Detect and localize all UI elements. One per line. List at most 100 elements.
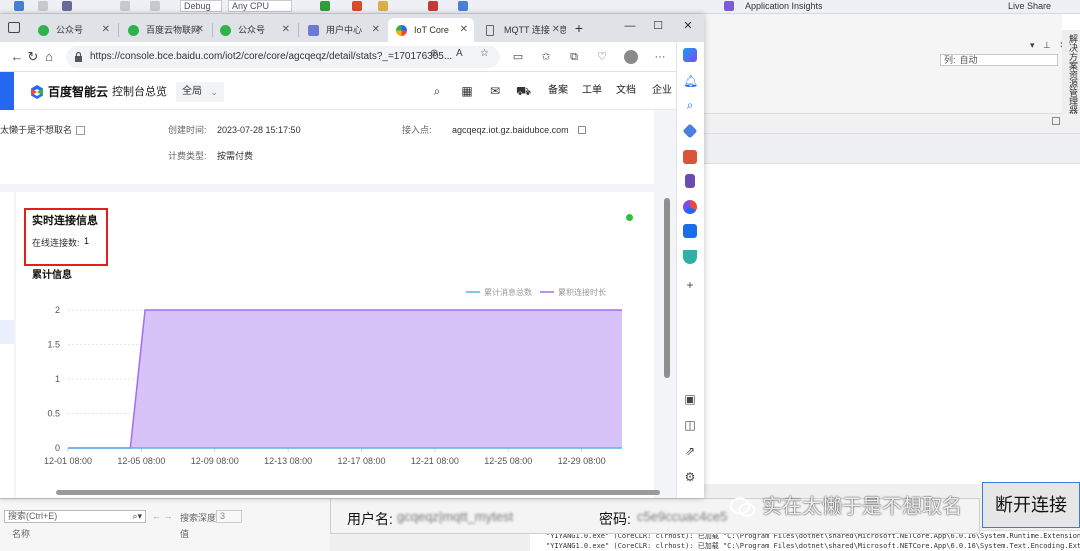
collections-icon[interactable]: ⧉ (566, 49, 582, 65)
copy-icon[interactable] (578, 126, 586, 134)
baidu-cloud-logo[interactable]: 百度智能云 (30, 84, 108, 100)
menu-strip[interactable] (0, 72, 14, 110)
save-icon[interactable] (62, 1, 72, 11)
search-depth-select[interactable]: 3 (216, 510, 242, 523)
screen-icon[interactable]: ▣ (683, 392, 697, 406)
locals-search-input[interactable]: 搜索(Ctrl+E) ⌕▾ (4, 510, 146, 523)
home-icon[interactable]: ⌂ (40, 48, 58, 66)
tab-actions-icon[interactable] (8, 22, 20, 33)
tab-wechat-2[interactable]: 公众号 ✕ (212, 18, 296, 42)
close-tab-icon[interactable]: ✕ (372, 18, 380, 42)
realtime-title: 实时连接信息 (32, 215, 98, 227)
tab-wechat-1[interactable]: 公众号 ✕ (30, 18, 116, 42)
tag-icon[interactable] (682, 123, 698, 139)
console-home-link[interactable]: 控制台总览 (112, 84, 167, 100)
tab-user-center[interactable]: 用户中心 ✕ (300, 18, 386, 42)
forward-icon[interactable] (38, 1, 48, 11)
zoom-icon[interactable]: ⊕ (430, 48, 438, 59)
favorites-icon[interactable]: ✩ (538, 49, 554, 65)
column-value: 自动 (959, 55, 978, 65)
back-icon[interactable] (14, 1, 24, 11)
office-icon[interactable] (683, 200, 697, 214)
external-link-icon[interactable]: ⇗ (683, 444, 697, 458)
add-icon[interactable]: + (683, 278, 697, 292)
region-select[interactable]: 全局 ⌄ (176, 82, 224, 102)
bell-icon[interactable]: 🔔︎ (683, 74, 698, 88)
column-combo[interactable]: 列: 自动 (940, 54, 1058, 66)
search-icon[interactable]: ⌕ (683, 98, 697, 112)
redo-icon[interactable] (150, 1, 160, 11)
header-link-docs[interactable]: 文档 (616, 84, 636, 98)
header-link-ticket[interactable]: 工单 (582, 84, 602, 98)
search-depth-label: 搜索深度: (180, 513, 219, 523)
nav-arrows-icon[interactable]: ← → (152, 511, 173, 521)
live-share-button[interactable]: Live Share (1008, 0, 1051, 12)
restart-icon[interactable] (458, 1, 468, 11)
solution-explorer-tab[interactable]: 解决方案资源管理器 (1062, 30, 1080, 120)
tab-strip: 公众号 ✕ 百度云物联网 ✕ 公众号 ✕ 用户中心 ✕ IoT Core ✕ M (0, 14, 704, 42)
side-nav-active-item[interactable] (0, 320, 14, 344)
restore-icon[interactable]: ☐ (644, 14, 672, 38)
watermark: 实在太懒于是不想取名 (730, 490, 962, 524)
split-screen-icon[interactable]: ▭ (510, 49, 526, 65)
vertical-scrollbar[interactable] (664, 198, 670, 378)
username-value[interactable]: gcqeqz|mqtt_mytest (397, 509, 587, 525)
avatar[interactable] (624, 50, 638, 64)
sidebar-toggle-icon[interactable]: ◫ (683, 418, 697, 432)
run-icon[interactable] (320, 1, 330, 11)
x-tick-label: 12-29 08:00 (558, 456, 606, 466)
app-insights-button[interactable]: Application Insights (745, 0, 823, 12)
close-tab-icon[interactable]: ✕ (549, 18, 560, 42)
tab-mqtt-info[interactable]: MQTT 连接信息 ✕ (478, 18, 566, 42)
header-link-filing[interactable]: 备案 (548, 84, 568, 98)
close-tab-icon[interactable]: ✕ (282, 18, 290, 42)
flame-icon[interactable] (352, 1, 362, 11)
close-tab-icon[interactable]: ✕ (102, 18, 110, 42)
close-tab-icon[interactable]: ✕ (460, 18, 468, 42)
search-icon[interactable]: ⌕ (430, 84, 444, 98)
tab-title: 公众号 (238, 25, 266, 35)
config-combo[interactable]: Debug (180, 0, 222, 12)
copilot-icon[interactable] (683, 48, 697, 62)
chevron-down-icon: ⌄ (210, 87, 218, 97)
maximize-icon[interactable] (1052, 117, 1060, 125)
legend-label: 累计消息总数 (484, 287, 532, 297)
browser-window: 公众号 ✕ 百度云物联网 ✕ 公众号 ✕ 用户中心 ✕ IoT Core ✕ M (0, 14, 704, 498)
drop-icon[interactable] (683, 250, 697, 264)
close-tab-icon[interactable]: ✕ (196, 18, 204, 42)
y-tick-label: 0 (55, 443, 60, 453)
chess-icon[interactable] (685, 174, 695, 188)
platform-combo[interactable]: Any CPU (228, 0, 292, 12)
favorite-star-icon[interactable]: ☆ (480, 48, 489, 59)
more-icon[interactable]: ··· (652, 49, 668, 65)
horizontal-scrollbar[interactable] (56, 490, 660, 495)
cart-icon[interactable]: ⛟ (516, 84, 531, 98)
x-tick-label: 12-21 08:00 (411, 456, 459, 466)
calculator-icon[interactable]: ▦ (460, 84, 474, 98)
vs-doc-toolbar (700, 134, 1080, 164)
y-tick-label: 0.5 (47, 409, 60, 419)
minimize-icon[interactable]: — (616, 14, 644, 38)
header-link-enterprise[interactable]: 企业 (652, 84, 672, 98)
undo-icon[interactable] (120, 1, 130, 11)
read-aloud-icon[interactable]: A (456, 48, 463, 59)
tool-icon[interactable] (378, 1, 388, 11)
close-window-icon[interactable]: ✕ (674, 14, 702, 38)
edit-icon[interactable] (76, 126, 85, 135)
disconnect-button[interactable]: 断开连接 (982, 482, 1080, 528)
created-label: 创建时间: (168, 125, 207, 135)
message-icon[interactable]: ✉ (488, 84, 502, 98)
gear-icon[interactable]: ⚙ (683, 470, 697, 484)
outlook-icon[interactable] (683, 224, 697, 238)
new-tab-button[interactable]: + (570, 18, 588, 38)
tab-iot-core[interactable]: IoT Core ✕ (388, 18, 474, 42)
toolbox-icon[interactable] (683, 150, 697, 164)
toolbar-extra-icon[interactable] (724, 1, 734, 11)
wechat-icon (730, 497, 756, 517)
extensions-icon[interactable]: ♡ (594, 49, 610, 65)
tab-baidu-iot[interactable]: 百度云物联网 ✕ (120, 18, 210, 42)
baidu-cloud-favicon-icon (396, 25, 407, 36)
search-icon[interactable]: ⌕▾ (132, 511, 142, 522)
pause-icon[interactable] (428, 1, 438, 11)
edge-sidebar: 🔔︎ ⌕ + ▣ ◫ ⇗ ⚙ (676, 42, 704, 498)
